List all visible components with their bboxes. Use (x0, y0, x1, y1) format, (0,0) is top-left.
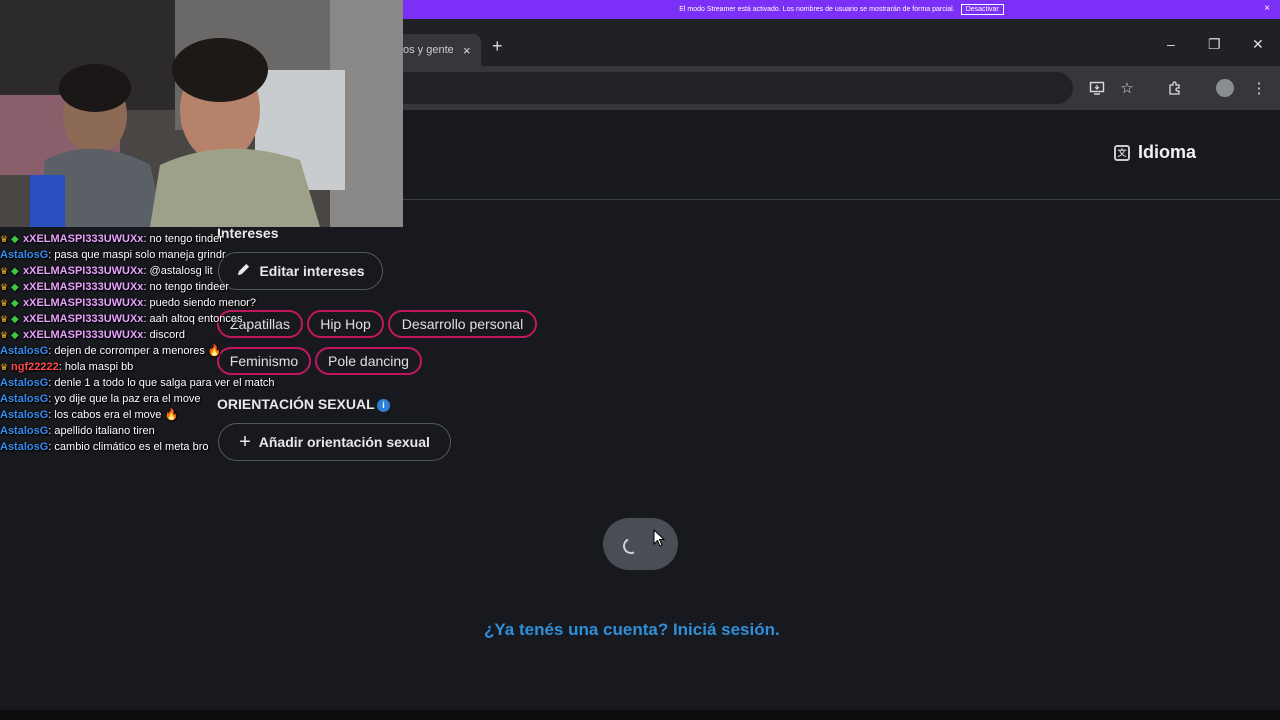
gem-badge-icon: ◆ (11, 282, 19, 293)
language-label: Idioma (1138, 142, 1197, 162)
address-bar[interactable] (403, 72, 1073, 104)
chat-message: ♛ ngf22222: hola maspi bb (0, 359, 260, 375)
crown-badge-icon: ♛ (0, 330, 9, 340)
streamer-banner-text: El modo Streamer está activado. Los nomb… (679, 6, 955, 13)
chat-message: ♛ ◆ xXELMASPI333UWUXx: no tengo tindeer (0, 279, 260, 295)
chat-text: : cambio climático es el meta bro (48, 441, 209, 453)
chat-username: AstalosG (0, 393, 49, 405)
restore-button[interactable]: ❐ (1208, 36, 1221, 53)
interest-chip[interactable]: Pole dancing (315, 347, 422, 375)
gem-badge-icon: ◆ (11, 330, 19, 341)
chat-text: : no tengo tindeer (143, 281, 230, 293)
interest-chip[interactable]: Desarrollo personal (388, 310, 537, 338)
chat-text: : aah altoq entonces (143, 313, 243, 325)
gem-badge-icon: ◆ (11, 298, 19, 309)
browser-toolbar: ☆ ⋮ (403, 66, 1280, 110)
add-orientation-label: Añadir orientación sexual (258, 434, 430, 450)
chat-message: AstalosG: yo dije que la paz era el move (0, 391, 260, 407)
header-divider (403, 199, 1280, 200)
chat-text: : dejen de corromper a menores 🔥 (48, 345, 222, 357)
chat-username: xXELMASPI333UWUXx (23, 281, 144, 293)
language-selector[interactable]: 文 Idioma (1114, 142, 1196, 163)
taskbar-edge (0, 710, 1280, 720)
chat-message: AstalosG: apellido italiano tiren (0, 423, 260, 439)
tab-close-icon[interactable]: × (463, 43, 471, 58)
chat-username: xXELMASPI333UWUXx (23, 329, 144, 341)
streamer-mode-banner: El modo Streamer está activado. Los nomb… (403, 0, 1280, 19)
close-icon[interactable]: × (1264, 3, 1270, 14)
chat-message: AstalosG: los cabos era el move 🔥 (0, 407, 260, 423)
screen: El modo Streamer está activado. Los nomb… (0, 0, 1280, 720)
chat-text: : @astalosg lit (143, 265, 213, 277)
chat-username: AstalosG (0, 249, 49, 261)
chat-username: AstalosG (0, 345, 49, 357)
continue-button-loading[interactable] (603, 518, 678, 570)
chat-message: ♛ ◆ xXELMASPI333UWUXx: @astalosg lit (0, 263, 260, 279)
chat-text: : no tengo tinder (143, 233, 223, 245)
interest-chip[interactable]: Hip Hop (307, 310, 384, 338)
login-link[interactable]: ¿Ya tenés una cuenta? Iniciá sesión. (484, 620, 780, 640)
chat-text: : discord (143, 329, 186, 341)
chat-text: : apellido italiano tiren (48, 425, 155, 437)
chat-username: ngf22222 (11, 361, 59, 373)
crown-badge-icon: ♛ (0, 314, 9, 324)
bookmark-star-icon[interactable]: ☆ (1117, 78, 1137, 98)
extensions-icon[interactable] (1165, 78, 1185, 98)
chat-username: AstalosG (0, 377, 49, 389)
chat-username: AstalosG (0, 441, 49, 453)
close-window-button[interactable]: ✕ (1252, 36, 1264, 53)
chat-username: xXELMASPI333UWUXx (23, 313, 144, 325)
chat-text: : pasa que maspi solo maneja grindr (48, 249, 226, 261)
crown-badge-icon: ♛ (0, 266, 9, 276)
chat-message: ♛ ◆ xXELMASPI333UWUXx: aah altoq entonces (0, 311, 260, 327)
gem-badge-icon: ◆ (11, 234, 19, 245)
install-app-icon[interactable] (1087, 78, 1107, 98)
chat-message: AstalosG: pasa que maspi solo maneja gri… (0, 247, 260, 263)
crown-badge-icon: ♛ (0, 282, 9, 292)
chat-message: ♛ ◆ xXELMASPI333UWUXx: no tengo tinder (0, 231, 260, 247)
chat-username: xXELMASPI333UWUXx (23, 265, 144, 277)
chat-message: AstalosG: denle 1 a todo lo que salga pa… (0, 375, 275, 391)
chat-message: ♛ ◆ xXELMASPI333UWUXx: puedo siendo menor? (0, 295, 260, 311)
gem-badge-icon: ◆ (11, 314, 19, 325)
browser-tab-bar: os y gente × + – ❐ ✕ (403, 19, 1280, 66)
menu-kebab-icon[interactable]: ⋮ (1249, 78, 1269, 98)
chat-text: : puedo siendo menor? (143, 297, 256, 309)
chat-text: : hola maspi bb (58, 361, 134, 373)
translate-icon: 文 (1114, 144, 1130, 161)
profile-avatar-icon[interactable] (1215, 78, 1235, 98)
chat-text: : los cabos era el move 🔥 (48, 409, 179, 421)
chat-message: AstalosG: dejen de corromper a menores 🔥 (0, 343, 260, 359)
webcam-overlay (0, 0, 403, 227)
tab-title: os y gente (403, 44, 453, 56)
crown-badge-icon: ♛ (0, 298, 9, 308)
stream-chat: ♛ ◆ xXELMASPI333UWUXx: no tengo tinder Asta… (0, 231, 275, 455)
chat-username: AstalosG (0, 409, 49, 421)
gem-badge-icon: ◆ (11, 266, 19, 277)
chat-username: xXELMASPI333UWUXx (23, 233, 144, 245)
chat-text: : yo dije que la paz era el move (48, 393, 201, 405)
edit-interests-label: Editar intereses (259, 263, 365, 279)
chat-message: AstalosG: cambio climático es el meta br… (0, 439, 260, 455)
crown-badge-icon: ♛ (0, 362, 9, 372)
chat-text: : denle 1 a todo lo que salga para ver e… (48, 377, 275, 389)
chat-message: ♛ ◆ xXELMASPI333UWUXx: discord (0, 327, 260, 343)
mouse-cursor-icon (653, 528, 666, 552)
chat-username: AstalosG (0, 425, 49, 437)
crown-badge-icon: ♛ (0, 234, 9, 244)
new-tab-button[interactable]: + (492, 36, 503, 57)
minimize-button[interactable]: – (1167, 36, 1175, 52)
browser-tab[interactable]: os y gente × (403, 34, 481, 66)
chat-username: xXELMASPI333UWUXx (23, 297, 144, 309)
disable-streamer-mode-button[interactable]: Desactivar (960, 4, 1004, 15)
info-icon[interactable]: i (377, 399, 390, 412)
